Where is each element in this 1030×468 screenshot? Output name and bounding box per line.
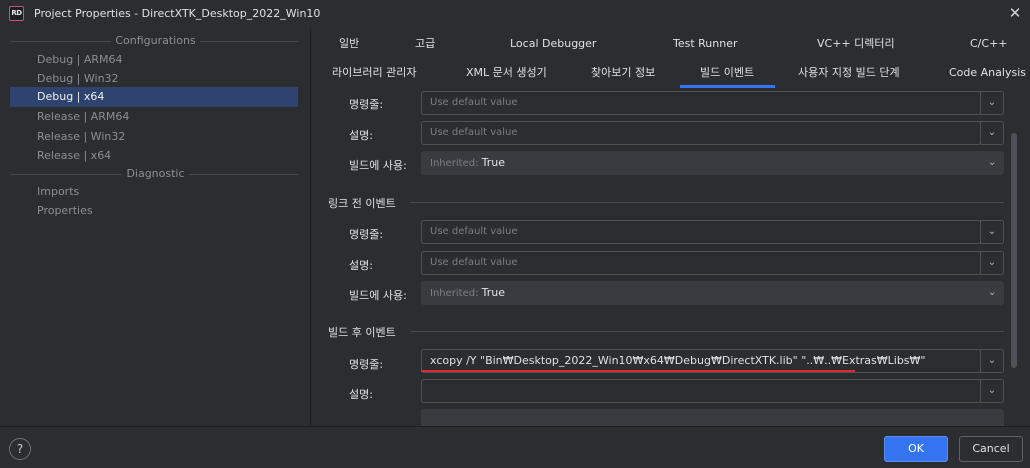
dialog-footer: ? OK Cancel: [0, 426, 1030, 468]
properties-panel: 일반 고급 Local Debugger Test Runner VC++ 디렉…: [312, 28, 1030, 426]
chevron-down-icon[interactable]: ⌄: [980, 91, 1004, 115]
command-line-placeholder: Use default value: [430, 97, 518, 108]
cancel-button[interactable]: Cancel: [959, 436, 1023, 462]
prelink-command-placeholder: Use default value: [430, 226, 518, 237]
tab-code-analysis[interactable]: Code Analysis: [949, 62, 1026, 84]
group-divider: [410, 331, 1004, 332]
rider-app-icon: RD: [9, 6, 24, 21]
config-item-release-arm64[interactable]: Release | ARM64: [10, 107, 298, 127]
prelink-command-field[interactable]: Use default value: [421, 220, 981, 244]
tab-advanced[interactable]: 고급: [415, 33, 435, 55]
title-bar: RD Project Properties - DirectXTK_Deskto…: [0, 0, 1030, 28]
prelink-use-in-build-value: True: [481, 286, 506, 299]
chevron-down-icon: ⌄: [988, 157, 997, 168]
prelink-description-placeholder: Use default value: [430, 257, 518, 268]
prelink-description-field[interactable]: Use default value: [421, 251, 981, 275]
config-item-debug-x64[interactable]: Debug | x64: [10, 87, 298, 107]
tab-library-manager[interactable]: 라이브러리 관리자: [332, 62, 416, 84]
tab-vc-directories[interactable]: VC++ 디렉터리: [817, 33, 895, 55]
tab-c-cpp[interactable]: C/C++: [970, 33, 1008, 55]
tab-build-events[interactable]: 빌드 이벤트: [700, 62, 754, 84]
chevron-down-icon[interactable]: ⌄: [980, 349, 1004, 373]
configurations-panel: Configurations Debug | ARM64 Debug | Win…: [0, 28, 311, 426]
prelink-description-label: 설명:: [349, 259, 373, 272]
use-in-build-select[interactable]: Inherited: True: [421, 151, 1004, 175]
diagnostic-header-label: Diagnostic: [122, 167, 189, 180]
postbuild-command-value: xcopy /Y "Bin₩Desktop_2022_Win10₩x64₩Deb…: [430, 354, 926, 367]
help-icon[interactable]: ?: [9, 438, 31, 460]
close-icon[interactable]: ✕: [1006, 4, 1024, 22]
postbuild-use-in-build-select[interactable]: [421, 409, 1004, 426]
description-field[interactable]: Use default value: [421, 121, 981, 145]
config-item-release-win32[interactable]: Release | Win32: [10, 127, 298, 147]
config-item-debug-arm64[interactable]: Debug | ARM64: [10, 50, 298, 70]
group-divider: [410, 202, 1004, 203]
config-item-debug-win32[interactable]: Debug | Win32: [10, 69, 298, 89]
configurations-header: Configurations: [0, 34, 311, 48]
tab-general[interactable]: 일반: [339, 33, 359, 55]
tab-test-runner[interactable]: Test Runner: [673, 33, 738, 55]
chevron-down-icon[interactable]: ⌄: [980, 251, 1004, 275]
description-placeholder: Use default value: [430, 127, 518, 138]
red-underline-annotation: [421, 370, 855, 372]
use-in-build-label: 빌드에 사용:: [349, 159, 407, 172]
prelink-command-label: 명령줄:: [349, 228, 384, 241]
command-line-field[interactable]: Use default value: [421, 91, 981, 115]
window-title: Project Properties - DirectXTK_Desktop_2…: [34, 7, 321, 20]
chevron-down-icon[interactable]: ⌄: [980, 220, 1004, 244]
prelink-use-in-build-label: 빌드에 사용:: [349, 289, 407, 302]
vertical-scrollbar[interactable]: [1011, 133, 1017, 368]
chevron-down-icon[interactable]: ⌄: [980, 379, 1004, 403]
postbuild-command-label: 명령줄:: [349, 358, 384, 371]
config-item-release-x64[interactable]: Release | x64: [10, 146, 298, 166]
diagnostic-header: Diagnostic: [0, 167, 311, 181]
prelink-use-in-build-select[interactable]: Inherited: True: [421, 281, 1004, 305]
diagnostic-item-imports[interactable]: Imports: [10, 182, 298, 202]
use-in-build-value: True: [481, 156, 506, 169]
postbuild-description-field[interactable]: [421, 379, 981, 403]
inherited-label: Inherited:: [430, 288, 479, 299]
tab-local-debugger[interactable]: Local Debugger: [510, 33, 596, 55]
prelink-event-header: 링크 전 이벤트: [328, 197, 396, 210]
command-line-label: 명령줄:: [349, 98, 384, 111]
chevron-down-icon[interactable]: ⌄: [980, 121, 1004, 145]
tab-browse-info[interactable]: 찾아보기 정보: [591, 62, 655, 84]
postbuild-description-label: 설명:: [349, 388, 373, 401]
inherited-label: Inherited:: [430, 158, 479, 169]
tab-xml-doc-generator[interactable]: XML 문서 생성기: [466, 62, 547, 84]
configurations-header-label: Configurations: [111, 34, 200, 47]
build-events-content: 명령줄: Use default value ⌄ 설명: Use default…: [312, 88, 1030, 426]
chevron-down-icon: ⌄: [988, 287, 997, 298]
ok-button[interactable]: OK: [884, 436, 948, 462]
postbuild-event-header: 빌드 후 이벤트: [328, 326, 396, 339]
description-label: 설명:: [349, 129, 373, 142]
diagnostic-item-properties[interactable]: Properties: [10, 201, 298, 221]
tab-custom-build-step[interactable]: 사용자 지정 빌드 단계: [798, 62, 900, 84]
